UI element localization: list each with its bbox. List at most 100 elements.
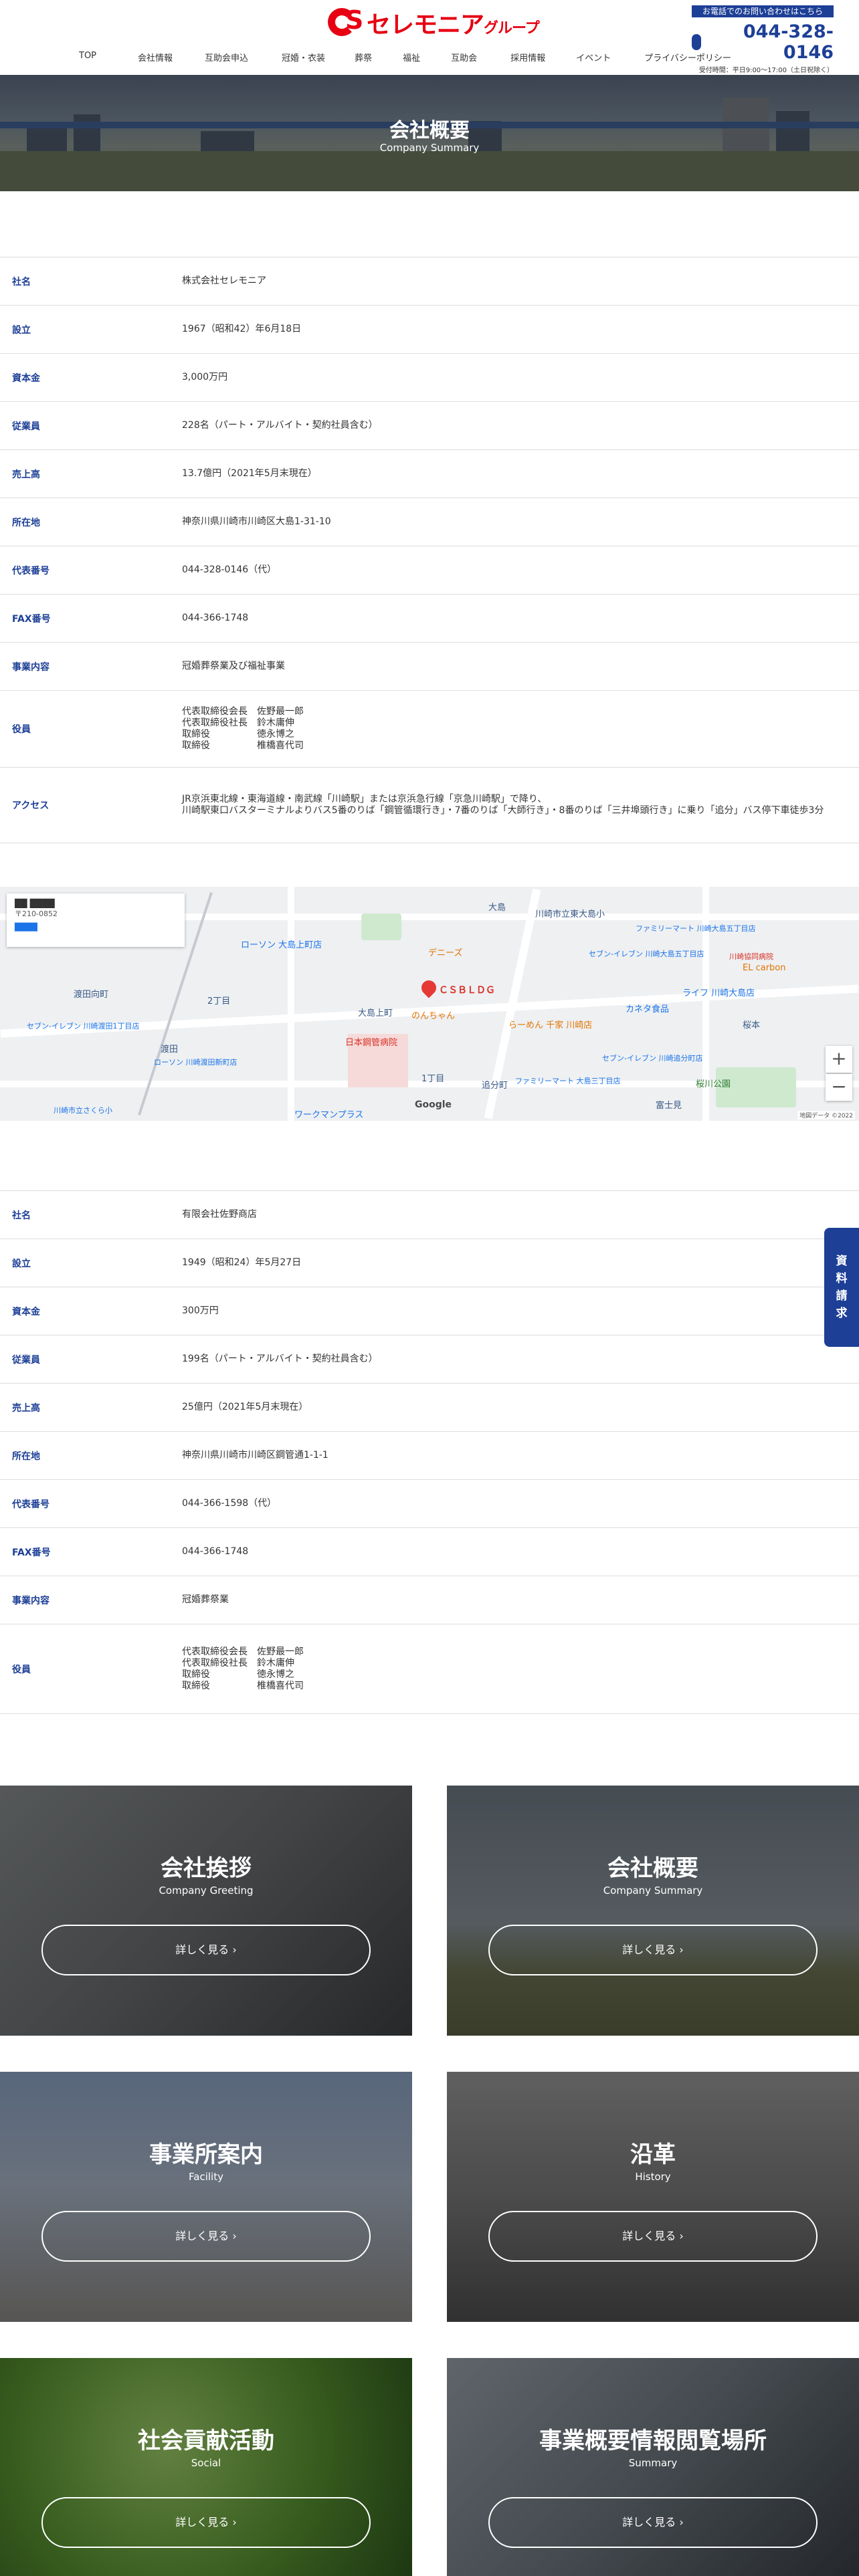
row-label: 代表番号 <box>12 1499 50 1510</box>
table-row: 従業員 228名（パート・アルバイト・契約社員含む） <box>0 402 859 450</box>
card-greeting[interactable]: 会社挨拶 Company Greeting 詳しく見る › <box>0 1786 412 2036</box>
side-tab-char: 資 <box>836 1255 848 1268</box>
row-value: 代表取締役会長 佐野最一郎 代表取締役社長 鈴木庸伸 取締役 徳永博之 取締役 … <box>182 706 304 751</box>
card-title: 沿革 <box>630 2141 676 2168</box>
cs-logo-icon: S <box>328 5 367 40</box>
row-value: 株式会社セレモニア <box>182 276 266 286</box>
table-row: 役員 代表取締役会長 佐野最一郎 代表取締役社長 鈴木庸伸 取締役 徳永博之 取締… <box>0 1624 859 1714</box>
table-row: アクセス JR京浜東北線・東海道線・南武線「川崎駅」または京浜急行線「京急川崎駅」… <box>0 768 859 843</box>
side-tab-char: 請 <box>836 1289 848 1303</box>
map-label: ローソン 川崎渡田新町店 <box>154 1058 237 1067</box>
row-value: 13.7億円（2021年5月末現在） <box>182 468 317 479</box>
table-row: FAX番号 044-366-1748 <box>0 1528 859 1576</box>
card-more-button[interactable]: 詳しく見る › <box>41 1925 371 1975</box>
card-info-viewing[interactable]: 事業概要情報閲覧場所 Summary 詳しく見る › <box>447 2358 859 2576</box>
card-more-button[interactable]: 詳しく見る › <box>488 1925 818 1975</box>
row-label: 代表番号 <box>12 565 50 576</box>
row-label: 所在地 <box>12 1451 40 1462</box>
row-value: 神奈川県川崎市川崎区大島1-31-10 <box>182 516 331 527</box>
nav-privacy[interactable]: プライバシーポリシー <box>644 51 731 64</box>
table-row: 事業内容 冠婚葬祭業及び福祉事業 <box>0 643 859 691</box>
logo-suffix: グループ <box>484 20 540 37</box>
row-label: アクセス <box>12 800 50 811</box>
map-label: ライフ 川崎大島店 <box>682 988 755 998</box>
row-value: 冠婚葬祭業及び福祉事業 <box>182 661 285 671</box>
card-more-button[interactable]: 詳しく見る › <box>488 2497 818 2548</box>
row-label: 設立 <box>12 324 31 336</box>
row-label: 売上高 <box>12 469 40 480</box>
card-title: 事業概要情報閲覧場所 <box>539 2428 767 2454</box>
card-summary[interactable]: 会社概要 Company Summary 詳しく見る › <box>447 1786 859 2036</box>
map-label: 桜川公園 <box>696 1079 731 1089</box>
nav-wedding[interactable]: 冠婚・衣装 <box>282 51 325 64</box>
card-title: 会社概要 <box>607 1855 698 1882</box>
row-label: FAX番号 <box>12 1547 51 1558</box>
row-label: FAX番号 <box>12 613 51 625</box>
phone-icon <box>692 34 702 50</box>
row-label: 社名 <box>12 276 31 288</box>
site-logo[interactable]: S セレモニアグループ <box>328 5 540 40</box>
card-title: 会社挨拶 <box>161 1855 252 1882</box>
zoom-in-button[interactable]: + <box>826 1046 852 1073</box>
card-social[interactable]: 社会貢献活動 Social 詳しく見る › <box>0 2358 412 2576</box>
google-map[interactable]: ██ ████ 〒210-0852 ████ 大島 川崎市立東大島小 ローソン … <box>0 887 859 1121</box>
site-header: S セレモニアグループ お電話でのお問い合わせはこちら 044-328-0146… <box>0 0 859 75</box>
row-value: 有限会社佐野商店 <box>182 1209 257 1220</box>
location-pin-icon[interactable] <box>418 977 440 998</box>
card-more-button[interactable]: 詳しく見る › <box>41 2497 371 2548</box>
card-subtitle: Company Summary <box>603 1885 703 1897</box>
company-table-1: 社名 株式会社セレモニア 設立 1967（昭和42）年6月18日 資本金 3,000万… <box>0 257 859 843</box>
nav-funeral[interactable]: 葬祭 <box>355 51 372 64</box>
map-label: 1丁目 <box>421 1074 445 1084</box>
row-value: 044-366-1748 <box>182 1546 249 1557</box>
table-row: 代表番号 044-366-1598（代） <box>0 1480 859 1528</box>
row-label: 事業内容 <box>12 1595 50 1606</box>
map-label: 追分町 <box>482 1081 508 1091</box>
row-label: 事業内容 <box>12 661 50 673</box>
table-row: 所在地 神奈川県川崎市川崎区大島1-31-10 <box>0 498 859 546</box>
table-row: 社名 有限会社佐野商店 <box>0 1191 859 1239</box>
row-value: 1967（昭和42）年6月18日 <box>182 324 302 334</box>
map-label: セブン-イレブン 川崎渡田1丁目店 <box>27 1022 140 1031</box>
map-label: 川崎協同病院 <box>729 952 773 961</box>
side-tab-char: 料 <box>836 1272 848 1285</box>
row-label: 資本金 <box>12 1306 40 1317</box>
map-label: 桜本 <box>743 1021 761 1031</box>
row-value: 1949（昭和24）年5月27日 <box>182 1257 302 1268</box>
table-row: 社名 株式会社セレモニア <box>0 257 859 306</box>
contact-hours: 受付時間：平日9:00〜17:00（土日祝除く） <box>698 67 834 74</box>
table-row: 事業内容 冠婚葬祭業 <box>0 1576 859 1624</box>
row-label: 設立 <box>12 1258 31 1269</box>
nav-top[interactable]: TOP <box>79 51 96 64</box>
global-nav: TOP 会社情報 互助会申込 冠婚・衣装 葬祭 福祉 互助会 採用情報 イベント… <box>79 51 731 64</box>
row-label: 役員 <box>12 724 31 735</box>
row-label: 社名 <box>12 1210 31 1221</box>
nav-welfare[interactable]: 福祉 <box>403 51 420 64</box>
request-materials-tab[interactable]: 資 料 請 求 <box>824 1228 859 1347</box>
nav-recruit[interactable]: 採用情報 <box>510 51 545 64</box>
hero-banner: 会社概要 Company Summary <box>0 75 859 191</box>
nav-company[interactable]: 会社情報 <box>138 51 173 64</box>
table-row: 売上高 13.7億円（2021年5月末現在） <box>0 450 859 498</box>
row-value: JR京浜東北線・東海道線・南武線「川崎駅」または京浜急行線「京急川崎駅」で降り、… <box>182 794 824 816</box>
map-label: 渡田向町 <box>74 990 109 1000</box>
map-label: のんちゃん <box>411 1011 456 1021</box>
zoom-out-button[interactable]: − <box>826 1074 852 1101</box>
page-title: 会社概要 <box>389 119 470 142</box>
row-value: 044-366-1598（代） <box>182 1498 277 1509</box>
map-postcode: 〒210-0852 <box>15 909 58 918</box>
table-row: 売上高 25億円（2021年5月末現在） <box>0 1384 859 1432</box>
card-subtitle: Facility <box>189 2171 223 2183</box>
nav-mutual-apply[interactable]: 互助会申込 <box>205 51 248 64</box>
card-more-button[interactable]: 詳しく見る › <box>488 2211 818 2262</box>
card-history[interactable]: 沿革 History 詳しく見る › <box>447 2072 859 2322</box>
card-more-button[interactable]: 詳しく見る › <box>41 2211 371 2262</box>
nav-mutual[interactable]: 互助会 <box>451 51 477 64</box>
nav-event[interactable]: イベント <box>576 51 611 64</box>
company-table-2: 社名 有限会社佐野商店 設立 1949（昭和24）年5月27日 資本金 300万円 従… <box>0 1190 859 1714</box>
row-value: 199名（パート・アルバイト・契約社員含む） <box>182 1354 378 1364</box>
google-logo: Google <box>415 1099 452 1110</box>
row-value: 044-366-1748 <box>182 613 249 623</box>
map-label: ファミリーマート 川崎大島五丁目店 <box>636 924 756 933</box>
card-facility[interactable]: 事業所案内 Facility 詳しく見る › <box>0 2072 412 2322</box>
